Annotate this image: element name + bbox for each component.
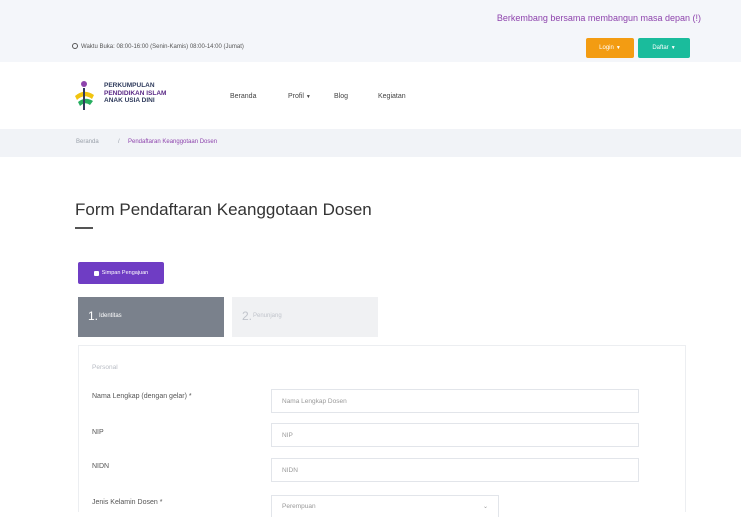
brand-name[interactable]: PERKUMPULAN PENDIDIKAN ISLAM ANAK USIA D… [104,82,166,105]
brand-line-3: ANAK USIA DINI [104,97,155,104]
page-title: Form Pendaftaran Keanggotaan Dosen [75,200,372,219]
nav-item-profil-label: Profil [288,93,304,100]
save-submission-label: Simpan Pengajuan [101,270,149,276]
nidn-label: NIDN [92,463,110,470]
breadcrumb: Beranda / Pendaftaran Keanggotaan Dosen [0,129,741,157]
gender-select[interactable]: Perempuan ⌄ [271,495,499,517]
clock-icon [72,43,78,49]
main-navbar: PERKUMPULAN PENDIDIKAN ISLAM ANAK USIA D… [0,62,741,129]
register-button[interactable]: Daftar ▼ [638,38,690,58]
nav-item-kegiatan[interactable]: Kegiatan [378,93,406,100]
nav-item-blog[interactable]: Blog [334,93,348,100]
top-bar: Berkembang bersama membangun masa depan … [0,0,741,62]
login-button-label: Login [599,45,614,51]
breadcrumb-separator: / [118,139,120,145]
gender-label: Jenis Kelamin Dosen * [92,499,163,506]
nip-label: NIP [92,429,104,436]
step-label: Penunjang [253,313,282,319]
save-submission-button[interactable]: Simpan Pengajuan [78,262,164,284]
breadcrumb-current: Pendaftaran Keanggotaan Dosen [128,139,218,145]
opening-hours: Waktu Buka: 08:00-16:00 (Senin-Kamis) 08… [72,43,244,50]
gender-select-value: Perempuan [282,503,316,510]
organization-logo-icon[interactable] [70,78,100,112]
save-icon [93,270,99,276]
brand-line-1: PERKUMPULAN [104,82,155,89]
register-button-label: Daftar [652,45,669,51]
nav-item-beranda[interactable]: Beranda [230,93,256,100]
chevron-down-icon: ▼ [670,45,676,51]
section-label-personal: Personal [92,364,118,371]
step-tab-identitas[interactable]: 1. Identitas [78,297,224,337]
nip-input[interactable]: NIP [271,423,639,447]
step-tab-penunjang[interactable]: 2. Penunjang [232,297,378,337]
title-underline [75,227,93,229]
step-number: 1. [88,309,99,323]
tagline: Berkembang bersama membangun masa depan … [496,13,701,23]
nidn-input[interactable]: NIDN [271,458,639,482]
chevron-down-icon: ▼ [305,94,311,100]
full-name-label: Nama Lengkap (dengan gelar) * [92,393,192,400]
nav-item-profil[interactable]: Profil ▼ [288,93,311,100]
step-label: Identitas [99,313,122,319]
opening-hours-text: Waktu Buka: 08:00-16:00 (Senin-Kamis) 08… [81,44,244,50]
chevron-down-icon: ⌄ [482,504,488,510]
login-button[interactable]: Login ▼ [586,38,634,58]
brand-line-2: PENDIDIKAN ISLAM [104,89,167,97]
step-number: 2. [242,309,253,323]
chevron-down-icon: ▼ [615,45,621,51]
breadcrumb-home[interactable]: Beranda [76,139,99,145]
full-name-input[interactable]: Nama Lengkap Dosen [271,389,639,413]
